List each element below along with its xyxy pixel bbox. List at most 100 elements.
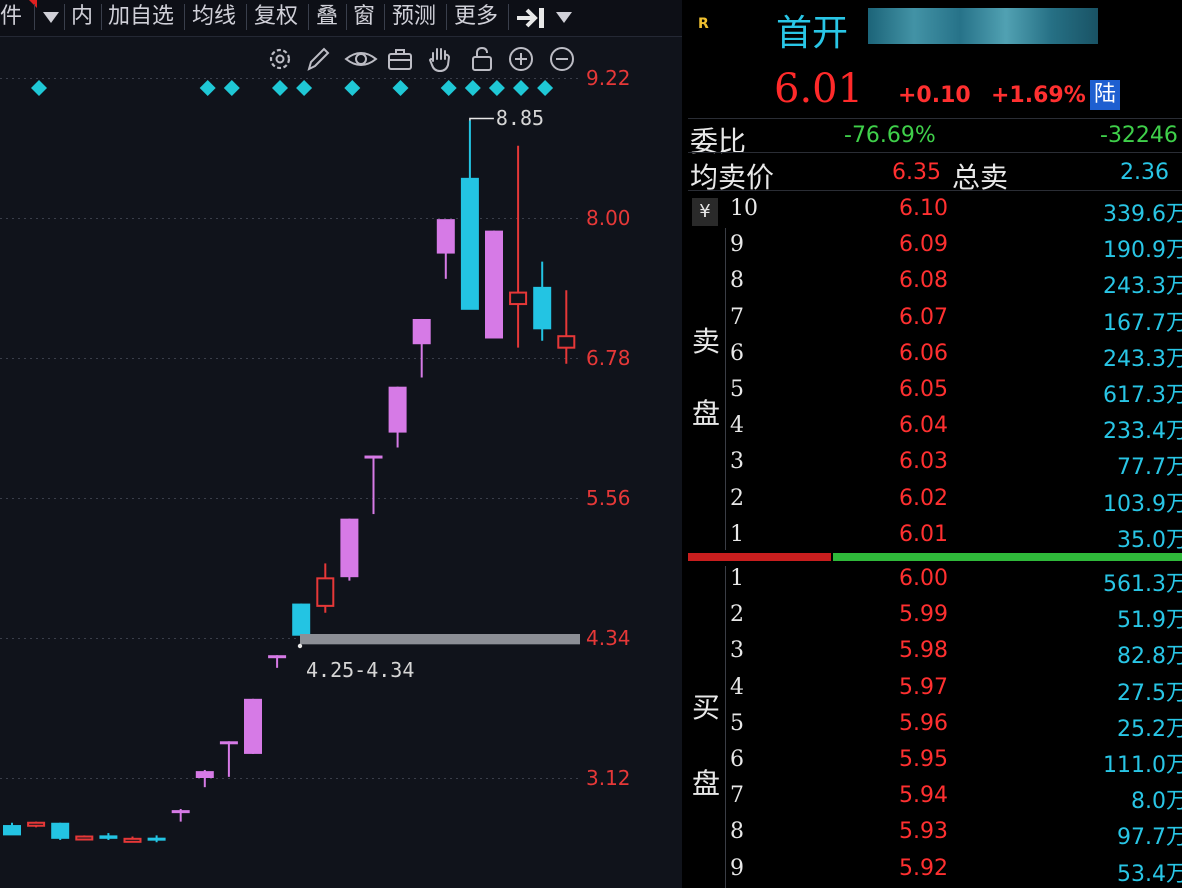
signal-marker [296,80,313,96]
candle-body [412,318,431,345]
buy-volume: 8.0万 [1131,789,1182,815]
signal-marker [199,80,216,96]
sell-level: 3 [730,449,744,475]
candle [292,603,311,638]
buy-row[interactable]: 3 5.98 82.8万 [688,638,1182,672]
sell-price: 6.03 [899,449,948,475]
sell-price: 6.08 [899,268,948,294]
dropdown-triangle-icon[interactable] [43,12,59,23]
toolbar-item-add-watchlist[interactable]: 加自选 [108,2,174,32]
sell-level: 1 [730,521,744,547]
toolbar-item-moving-average[interactable]: 均线 [192,2,236,32]
total-sell-value: 2.36 [1120,160,1169,185]
buy-row[interactable]: 6 5.95 111.0万 [688,747,1182,781]
candle [557,290,576,364]
sell-price: 6.02 [899,485,948,511]
sell-row[interactable]: 7 6.07 167.7万 [688,305,1182,339]
y-axis-tick-label: 5.56 [586,485,631,510]
candle-body [75,835,94,841]
buy-row[interactable]: 1 6.00 561.3万 [688,566,1182,600]
buy-level: 3 [730,638,744,664]
candle [436,219,455,279]
buy-volume: 561.3万 [1103,572,1182,597]
sell-row[interactable]: 4 6.04 233.4万 [688,413,1182,447]
y-axis-tick-label: 4.34 [586,625,631,650]
buy-level: 6 [730,747,744,772]
sell-price: 6.09 [899,232,948,258]
weibi-diff: -32246 [1100,123,1178,148]
buy-level: 1 [730,566,744,591]
candle-body [147,837,166,841]
candle-body [244,698,262,754]
toolbar-item-forecast[interactable]: 预测 [392,2,436,32]
buy-level: 4 [730,674,744,700]
sell-level: 5 [730,377,744,402]
candle [3,822,21,836]
candle-body [268,655,287,659]
candle [364,455,383,515]
candle-body [340,518,359,578]
buy-volume: 97.7万 [1117,825,1182,851]
sell-row[interactable]: 8 6.08 243.3万 [688,268,1182,302]
sell-row[interactable]: 2 6.02 103.9万 [688,486,1182,520]
buy-row[interactable]: 7 5.94 8.0万 [688,783,1182,817]
candle-body [99,835,118,839]
signal-marker [464,80,481,96]
buy-row[interactable]: 8 5.93 97.7万 [688,819,1182,853]
toolbar-item-overlay[interactable]: 叠 [316,2,338,32]
y-axis-tick-label: 6.78 [586,345,631,370]
sell-volume: 103.9万 [1103,491,1182,517]
sell-row[interactable]: 10 6.10 339.6万 [688,196,1182,230]
buy-row[interactable]: 5 5.96 25.2万 [688,711,1182,745]
buy-row[interactable]: 9 5.92 53.4万 [688,856,1182,888]
dropdown-triangle-icon[interactable] [556,12,572,23]
buy-price: 5.92 [899,855,948,881]
price-change-pct: +1.69% [991,83,1086,108]
stock-name: 首开 [776,13,849,54]
sell-price: 6.06 [899,340,948,366]
sell-volume: 243.3万 [1103,274,1182,300]
candle-body [388,386,407,433]
toolbar-item-adjust[interactable]: 复权 [254,2,298,32]
sell-volume: 167.7万 [1103,310,1182,336]
toolbar-item-window[interactable]: 窗 [353,2,375,32]
sell-price: 6.05 [899,377,948,402]
buy-volume: 27.5万 [1117,680,1182,706]
candle [268,655,287,668]
sell-row[interactable]: 3 6.03 77.7万 [688,449,1182,483]
candle-body [557,335,576,349]
sell-level: 6 [730,340,744,366]
buy-price: 5.96 [899,710,948,736]
kline-panel[interactable]: 件 内 加自选 均线 复权 叠 窗 预测 更多 8.85 4.25-4.34 9… [0,0,682,888]
candle [316,563,335,613]
candle-body [195,771,214,778]
buy-row[interactable]: 4 5.97 27.5万 [688,675,1182,709]
weibi-label: 委比 [690,125,747,158]
buy-level: 2 [730,602,744,628]
signal-marker [392,80,409,96]
sell-volume: 190.9万 [1103,238,1182,264]
toolbar-item-inner[interactable]: 内 [71,2,93,32]
candle-body [364,455,383,459]
buy-volume: 51.9万 [1117,608,1182,634]
buy-price: 5.94 [899,783,948,809]
buy-price: 6.00 [899,566,948,591]
bid-ask-ratio-bar [688,553,1182,561]
candle [123,836,142,843]
signal-marker [488,80,505,96]
arrow-to-right-icon[interactable] [515,5,549,31]
toolbar-item-more[interactable]: 更多 [454,2,498,32]
high-annotation-leader [469,117,494,121]
candle-body [123,837,142,843]
candle-body [292,603,311,636]
candlestick-chart[interactable] [0,36,682,888]
buy-price: 5.93 [899,819,948,845]
sell-row[interactable]: 5 6.05 617.3万 [688,377,1182,411]
toolbar-item-file[interactable]: 件 [0,2,22,32]
candle [388,386,407,448]
sell-row[interactable]: 1 6.01 35.0万 [688,522,1182,556]
buy-row[interactable]: 2 5.99 51.9万 [688,602,1182,636]
sell-row[interactable]: 9 6.09 190.9万 [688,232,1182,266]
sell-row[interactable]: 6 6.06 243.3万 [688,341,1182,375]
candle-body [219,741,238,745]
